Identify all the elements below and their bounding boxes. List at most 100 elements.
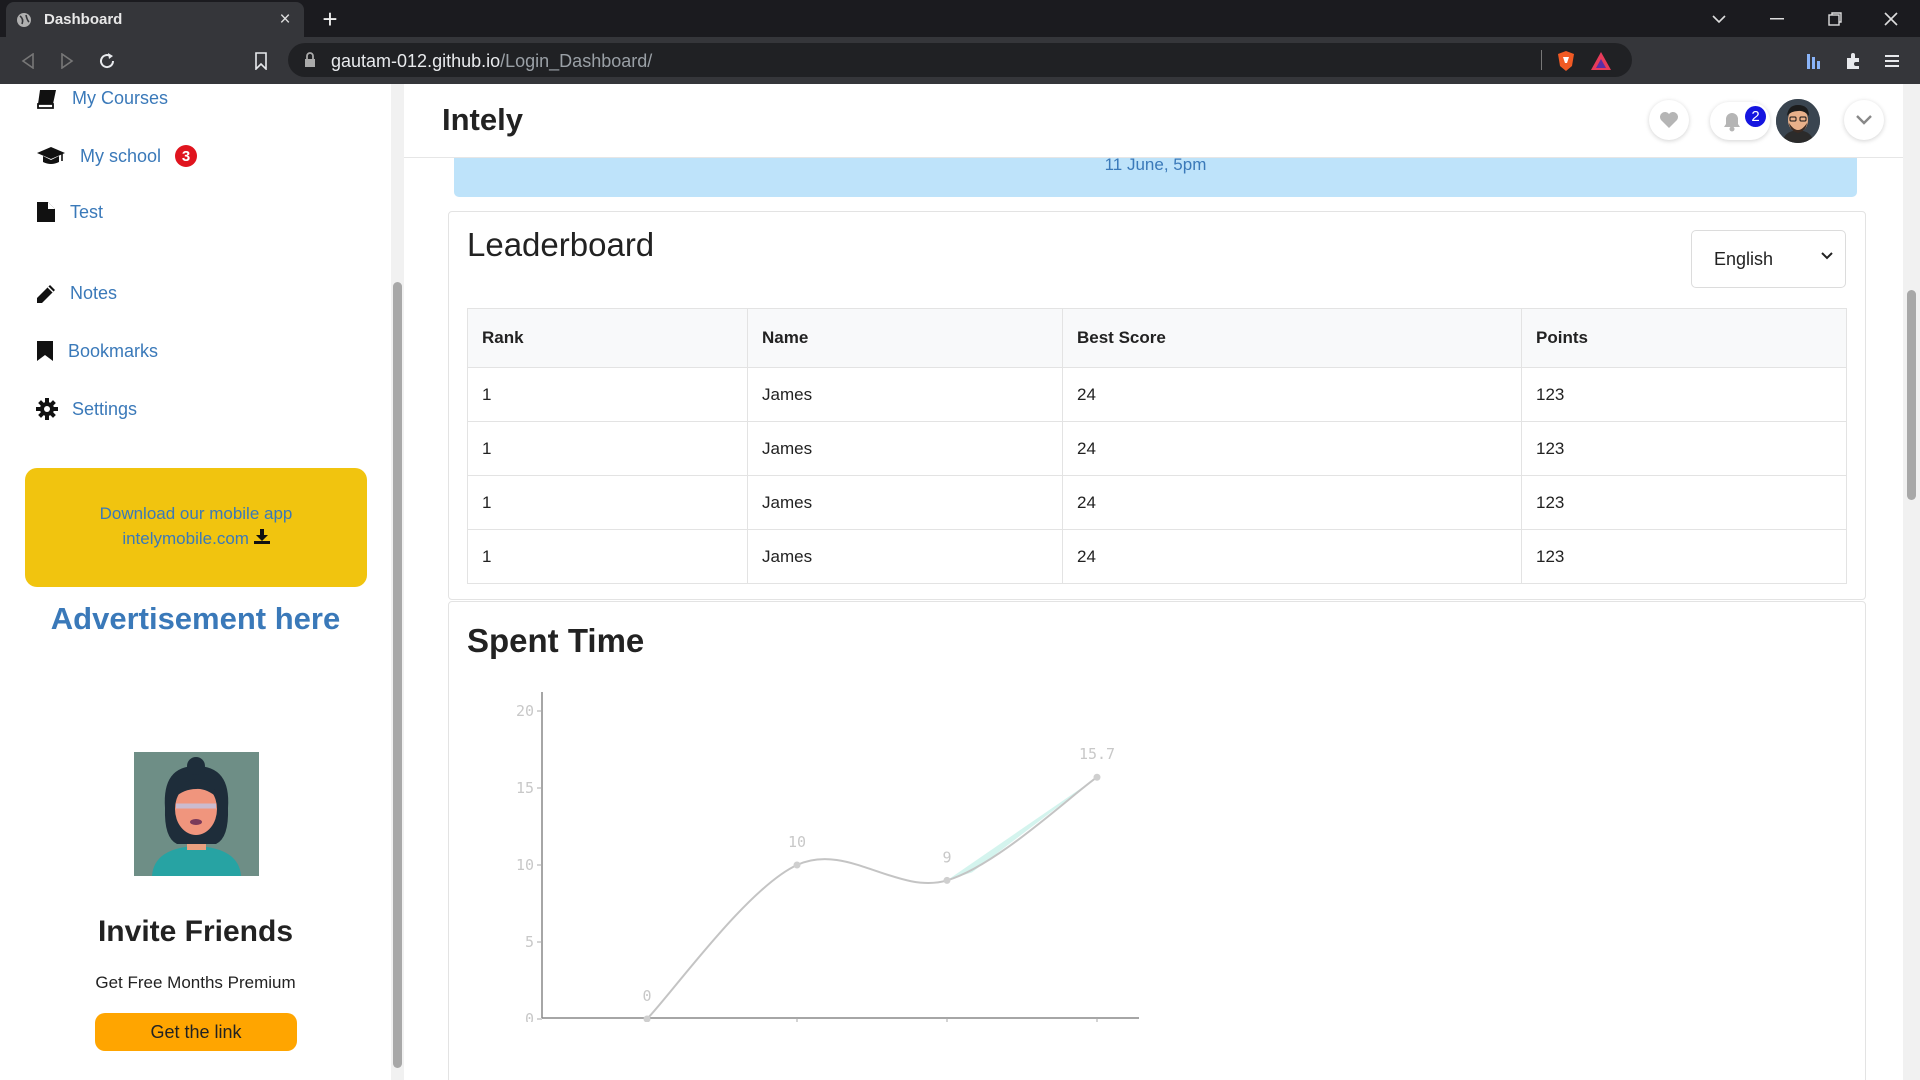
sidebar-scrollbar-thumb[interactable] — [393, 282, 402, 1068]
table-cell: 123 — [1521, 367, 1847, 422]
file-icon — [37, 202, 55, 222]
bookmark-page-icon[interactable] — [247, 47, 275, 75]
new-tab-icon[interactable]: + — [318, 4, 342, 35]
close-tab-icon[interactable]: × — [276, 9, 294, 31]
table-row: 1 James 24 123 — [467, 421, 1847, 476]
table-cell: James — [747, 529, 1063, 584]
sidebar: My Courses My school 3 Test Notes Bookma… — [0, 84, 391, 1080]
spent-time-chart: 051015202010201520202021010915.7 — [516, 692, 1139, 1022]
profile-menu-button[interactable] — [1844, 100, 1884, 140]
data-point — [1093, 773, 1101, 781]
app-card-link[interactable]: intelymobile.com — [25, 526, 367, 551]
chevron-down-icon — [1821, 252, 1833, 260]
language-selected: English — [1714, 248, 1774, 269]
column-header: Name — [747, 308, 1063, 368]
favorites-button[interactable] — [1649, 100, 1689, 140]
sidebar-item-label: Notes — [70, 283, 118, 303]
notification-count-badge: 2 — [1745, 106, 1766, 127]
table-cell: 24 — [1062, 421, 1522, 476]
sidebar-scrollbar[interactable] — [391, 84, 404, 1080]
table-cell: 1 — [467, 529, 748, 584]
data-label: 0 — [642, 987, 651, 1005]
data-label: 10 — [788, 833, 806, 851]
sidebar-item-bookmarks[interactable]: Bookmarks — [36, 340, 158, 362]
event-banner: 11 June, 5pm — [454, 155, 1857, 197]
table-row: 1 James 24 123 — [467, 367, 1847, 422]
wallet-icon[interactable] — [1800, 47, 1828, 75]
data-point — [793, 861, 801, 869]
bookmark-icon — [37, 341, 53, 361]
table-row: 1 James 24 123 — [467, 475, 1847, 530]
invite-subtitle: Get Free Months Premium — [95, 973, 296, 992]
column-header: Best Score — [1062, 308, 1522, 368]
get-link-button[interactable]: Get the link — [95, 1013, 297, 1051]
sidebar-item-label: My school — [80, 145, 162, 166]
bell-icon — [1724, 113, 1740, 132]
sidebar-item-label: Bookmarks — [68, 340, 159, 361]
restore-icon[interactable] — [1806, 0, 1864, 37]
sidebar-item-test[interactable]: Test — [36, 201, 103, 223]
table-cell: James — [747, 475, 1063, 530]
menu-icon[interactable] — [1878, 47, 1906, 75]
table-cell: James — [747, 367, 1063, 422]
advertisement-text: Advertisement here — [50, 601, 341, 636]
data-point — [943, 876, 951, 884]
table-cell: 123 — [1521, 475, 1847, 530]
series-line — [646, 776, 1098, 1020]
user-avatar[interactable] — [1776, 99, 1820, 143]
sidebar-item-label: Settings — [72, 398, 138, 419]
brave-rewards-icon[interactable] — [1590, 51, 1612, 71]
reload-icon[interactable] — [93, 47, 121, 75]
data-label: 15.7 — [1079, 745, 1115, 763]
forward-icon[interactable] — [53, 47, 81, 75]
close-window-icon[interactable] — [1862, 0, 1920, 37]
graduation-cap-icon — [37, 147, 65, 164]
download-icon — [253, 529, 270, 544]
url-divider — [1541, 50, 1542, 70]
book-icon — [37, 89, 56, 109]
browser-tab[interactable]: Dashboard × — [6, 2, 304, 37]
sidebar-item-settings[interactable]: Settings — [36, 398, 137, 420]
sidebar-item-notes[interactable]: Notes — [36, 283, 117, 304]
table-cell: 123 — [1521, 421, 1847, 476]
segment-highlight — [947, 777, 1097, 881]
tab-title: Dashboard — [44, 11, 123, 28]
pencil-icon — [37, 284, 55, 303]
y-tick-label: 15 — [516, 779, 534, 797]
y-tick-label: 0 — [525, 1010, 534, 1022]
sidebar-item-my-school[interactable]: My school 3 — [36, 145, 198, 167]
language-select[interactable]: English — [1691, 230, 1846, 288]
leaderboard-table: Rank Name Best Score Points 1 James 24 1… — [467, 308, 1847, 584]
y-tick-label: 10 — [516, 856, 534, 874]
main-scrollbar-thumb[interactable] — [1907, 290, 1916, 500]
sidebar-item-label: Test — [70, 201, 104, 222]
table-cell: 24 — [1062, 367, 1522, 422]
browser-toolbar: gautam-012.github.io/Login_Dashboard/ — [0, 37, 1920, 84]
address-bar[interactable]: gautam-012.github.io/Login_Dashboard/ — [288, 43, 1632, 77]
url-text: gautam-012.github.io/Login_Dashboard/ — [331, 51, 653, 71]
invite-avatar-image — [134, 752, 259, 876]
sidebar-item-label: My Courses — [72, 88, 169, 108]
invite-title: Invite Friends — [97, 915, 294, 948]
brand-logo[interactable]: Intely — [442, 102, 523, 138]
browser-titlebar: Dashboard × + — [0, 0, 1920, 37]
spent-time-card: Spent Time 05101520201020152020202101091… — [448, 601, 1866, 1080]
top-header: Intely 2 — [404, 84, 1903, 158]
table-cell: James — [747, 421, 1063, 476]
main-content: 11 June, 5pm Leaderboard English Rank Na… — [404, 84, 1903, 1080]
brave-shield-icon[interactable] — [1556, 50, 1576, 72]
main-scrollbar[interactable] — [1903, 84, 1920, 1080]
extensions-icon[interactable] — [1839, 47, 1867, 75]
minimize-icon[interactable] — [1748, 0, 1806, 37]
sidebar-item-my-courses[interactable]: My Courses — [36, 88, 168, 109]
column-header: Points — [1521, 308, 1847, 368]
table-cell: 24 — [1062, 529, 1522, 584]
tab-search-icon[interactable] — [1690, 0, 1748, 37]
y-tick-label: 20 — [516, 702, 534, 720]
app-card-text: Download our mobile app — [99, 504, 293, 523]
mobile-app-card[interactable]: Download our mobile app intelymobile.com — [25, 468, 367, 587]
table-cell: 1 — [467, 367, 748, 422]
back-icon[interactable] — [14, 47, 42, 75]
table-cell: 1 — [467, 475, 748, 530]
leaderboard-card: Leaderboard English Rank Name Best Score… — [448, 211, 1866, 600]
